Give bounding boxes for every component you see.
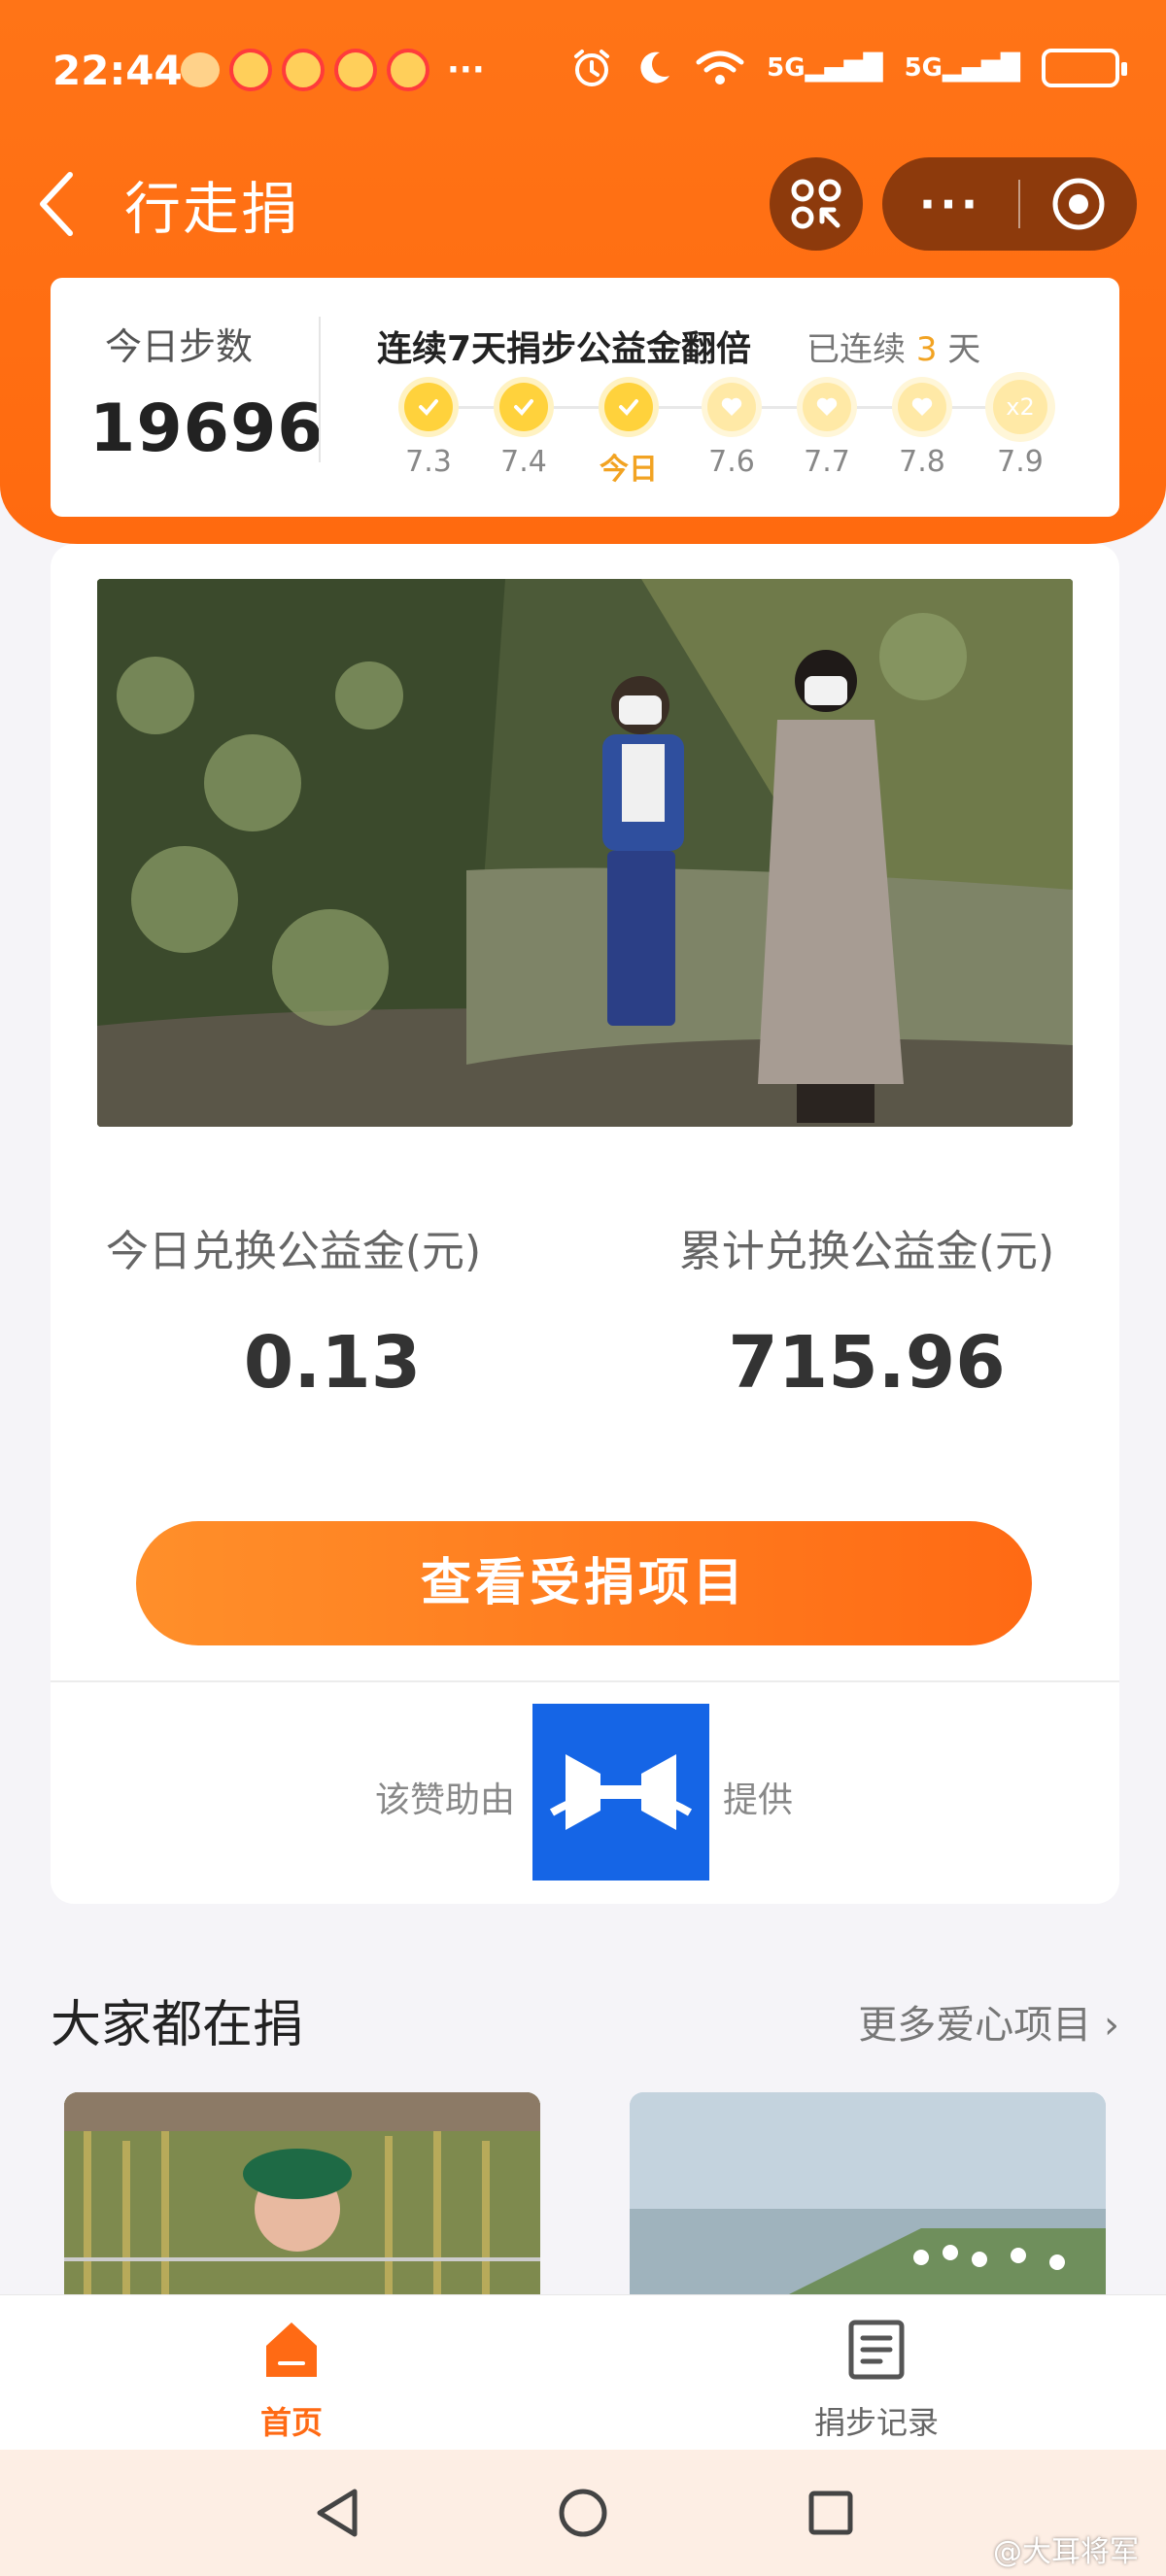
day-heart-icon — [803, 383, 851, 431]
home-icon — [266, 2322, 317, 2377]
watermark: @大耳将军 — [993, 2535, 1139, 2569]
signal-icon: 5G▂▄▆█ — [904, 53, 1020, 83]
streak-title: 连续7天捐步公益金翻倍 — [377, 329, 752, 369]
day-heart-icon — [707, 383, 756, 431]
sponsor-suffix: 提供 — [723, 1780, 794, 1820]
heart-notification-icon — [181, 52, 220, 87]
title-bar: 行走捐 ··· — [0, 146, 1166, 262]
page-title: 行走捐 — [124, 176, 300, 242]
scan-button[interactable] — [770, 157, 863, 251]
tab-home[interactable]: 首页 — [146, 2313, 437, 2441]
wifi-icon — [696, 51, 744, 85]
close-mini-program-button[interactable] — [1020, 175, 1137, 233]
today-donation-value: 0.13 — [243, 1321, 422, 1405]
more-notifications-icon: ··· — [447, 51, 485, 89]
back-button[interactable] — [35, 165, 93, 243]
nav-back-button[interactable] — [303, 2479, 371, 2547]
tab-home-label: 首页 — [259, 2404, 323, 2441]
alarm-icon — [574, 50, 610, 86]
status-indicators: 5G▂▄▆█ 5G▂▄▆█ — [570, 47, 1127, 89]
target-close-icon — [1052, 178, 1105, 230]
status-bar: 22:44 ··· 5G▂▄▆█ 5G▂▄▆█ — [0, 0, 1166, 146]
project-card[interactable] — [630, 2092, 1106, 2296]
signal-icon: 5G▂▄▆█ — [767, 53, 883, 83]
day-label: 7.3 — [405, 445, 452, 479]
nav-recents-button[interactable] — [797, 2479, 865, 2547]
day-label: 7.8 — [899, 445, 945, 479]
nav-home-button[interactable] — [549, 2479, 617, 2547]
system-navigation-bar — [0, 2450, 1166, 2576]
streak-days: 3 — [915, 330, 938, 369]
app-notification-icon — [229, 49, 272, 91]
sponsor-logo[interactable] — [532, 1704, 709, 1881]
square-recents-icon — [808, 2491, 853, 2535]
more-projects-link[interactable]: 更多爱心项目 › — [858, 1993, 1119, 2050]
sponsor-prefix: 该赞助由 — [375, 1780, 516, 1820]
app-notification-icon — [334, 49, 377, 91]
notification-icons: ··· — [181, 49, 485, 91]
day-double-badge: x2 — [993, 380, 1047, 434]
app-notification-icon — [387, 49, 429, 91]
divider — [51, 1680, 1119, 1682]
tab-records-label: 捐步记录 — [813, 2404, 939, 2441]
today-donation-label: 今日兑换公益金(元) — [105, 1227, 482, 1276]
battery-charging-icon — [1042, 49, 1127, 87]
day-checked-icon — [499, 383, 548, 431]
triangle-back-icon — [317, 2489, 358, 2537]
chevron-left-icon — [40, 172, 73, 236]
today-steps-label: 今日步数 — [105, 325, 254, 368]
total-donation-value: 715.96 — [728, 1321, 1006, 1405]
view-projects-button[interactable]: 查看受捐项目 — [136, 1521, 1032, 1645]
day-label: 7.4 — [500, 445, 547, 479]
day-label: 7.6 — [708, 445, 755, 479]
divider — [319, 317, 321, 462]
day-checked-icon — [604, 383, 653, 431]
status-time: 22:44 — [52, 47, 183, 94]
project-hero-image[interactable] — [97, 579, 1073, 1127]
total-donation-label: 累计兑换公益金(元) — [678, 1227, 1055, 1276]
circle-home-icon — [559, 2489, 607, 2537]
donation-card: 今日兑换公益金(元) 0.13 累计兑换公益金(元) 715.96 查看受捐项目… — [51, 544, 1119, 1904]
project-card[interactable] — [64, 2092, 540, 2296]
day-label-today: 今日 — [600, 453, 658, 487]
moon-icon — [640, 51, 670, 84]
app-notification-icon — [282, 49, 325, 91]
record-icon — [848, 2320, 905, 2380]
day-checked-icon — [404, 383, 453, 431]
section-title: 大家都在捐 — [51, 1996, 304, 2054]
day-label: 7.7 — [804, 445, 850, 479]
day-heart-icon — [898, 383, 946, 431]
more-button[interactable]: ··· — [882, 175, 1018, 233]
mini-program-capsule: ··· — [882, 157, 1137, 251]
bottom-tab-bar: 首页 捐步记录 — [0, 2294, 1166, 2450]
streak-status: 已连续 3 天 — [806, 330, 981, 369]
day-label: 7.9 — [997, 445, 1044, 479]
today-steps-value: 19696 — [89, 390, 325, 467]
step-summary-card: 今日步数 19696 连续7天捐步公益金翻倍 已连续 3 天 x2 7.3 7.… — [51, 278, 1119, 517]
scan-icon — [791, 179, 841, 229]
tab-records[interactable]: 捐步记录 — [731, 2313, 1022, 2441]
